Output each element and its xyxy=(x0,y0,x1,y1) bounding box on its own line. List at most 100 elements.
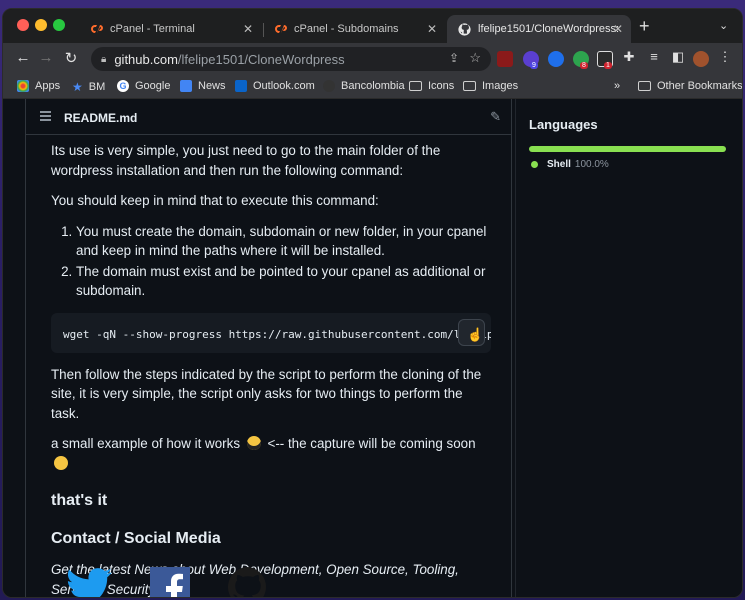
folder-icon xyxy=(463,81,476,91)
bookmark-news[interactable]: News xyxy=(180,80,226,92)
bookmark-label: Apps xyxy=(35,80,61,92)
folder-icon xyxy=(638,81,651,91)
tab-clonewordpress[interactable]: lfelipe1501/CloneWordpress: W ✕ xyxy=(447,15,631,43)
bookmark-icons[interactable]: Icons xyxy=(409,80,454,92)
tab-cpanel-terminal[interactable]: cPanel - Terminal ✕ xyxy=(79,15,261,43)
languages-title: Languages xyxy=(529,117,598,132)
language-percent: 100.0% xyxy=(574,159,609,170)
bookmark-label: Icons xyxy=(428,80,455,92)
bookmark-google[interactable]: G Google xyxy=(117,80,170,92)
address-bar[interactable]: 🔒︎ github.com/lfelipe1501/CloneWordpress… xyxy=(91,47,491,71)
back-button[interactable]: ← xyxy=(13,49,33,66)
extension-badge: 8 xyxy=(580,62,588,69)
cpanel-icon xyxy=(89,22,103,36)
bookmark-apps[interactable]: Apps xyxy=(17,80,60,92)
bookmark-label: News xyxy=(198,80,226,92)
new-tab-button[interactable]: + xyxy=(639,17,650,35)
bancolombia-icon xyxy=(323,80,335,92)
extension-icon[interactable] xyxy=(497,51,513,67)
copy-button[interactable]: ☝ xyxy=(458,318,485,346)
url-path: /lfelipe1501/CloneWordpress xyxy=(177,51,345,67)
news-icon xyxy=(180,80,192,92)
browser-window: cPanel - Terminal ✕ cPanel - Subdomains … xyxy=(2,8,743,598)
apps-grid-icon xyxy=(17,80,29,92)
bookmark-label: Outlook.com xyxy=(253,80,315,92)
outlook-icon xyxy=(235,80,247,92)
languages-bar xyxy=(529,146,726,152)
keep-in-mind-paragraph: You should keep in mind that to execute … xyxy=(51,193,379,208)
browser-menu-icon[interactable]: ⋮ xyxy=(715,49,735,65)
contact-heading: Contact / Social Media xyxy=(51,529,221,547)
list-item: The domain must exist and be pointed to … xyxy=(76,262,491,301)
readme-panel: README.md ✎ Its use is very simple, you … xyxy=(25,99,512,597)
example-text: <-- the capture will be coming soon xyxy=(267,436,476,451)
bookmark-other[interactable]: Other Bookmarks xyxy=(638,80,743,92)
tab-strip: cPanel - Terminal ✕ cPanel - Subdomains … xyxy=(3,9,742,43)
intro-paragraph: Its use is very simple, you just need to… xyxy=(51,143,441,178)
readme-header: README.md ✎ xyxy=(26,99,511,135)
bookmark-images[interactable]: Images xyxy=(463,80,518,92)
window-minimize-button[interactable] xyxy=(35,19,47,31)
star-icon: ★ xyxy=(72,80,83,94)
extensions-puzzle-icon[interactable]: ✚ xyxy=(619,49,639,65)
reload-button[interactable]: ↻ xyxy=(61,49,81,67)
social-links xyxy=(66,567,268,597)
language-color-dot xyxy=(531,161,538,168)
bookmark-label: Other Bookmarks xyxy=(657,80,743,92)
folder-icon xyxy=(409,81,422,91)
language-bar-segment-shell xyxy=(529,146,726,152)
google-icon: G xyxy=(117,80,129,92)
bookmarks-bar: Apps ★ BM G Google News Outlook.com Banc… xyxy=(3,75,742,99)
media-controls-icon[interactable]: ≡ xyxy=(644,49,664,64)
list-icon[interactable] xyxy=(40,111,51,123)
window-close-button[interactable] xyxy=(17,19,29,31)
pencil-icon[interactable]: ✎ xyxy=(490,109,501,125)
tab-cpanel-subdomains[interactable]: cPanel - Subdomains ✕ xyxy=(263,15,445,43)
extension-badge: 9 xyxy=(530,62,538,69)
steps-list: You must create the domain, subdomain or… xyxy=(51,222,491,301)
bookmarks-overflow-label: » xyxy=(614,80,621,92)
tab-search-chevron-icon[interactable]: ⌄ xyxy=(719,19,728,32)
sunglasses-emoji-icon xyxy=(246,436,261,450)
facebook-icon[interactable] xyxy=(150,567,190,597)
page-content: README.md ✎ Its use is very simple, you … xyxy=(3,99,742,597)
languages-sidebar: Languages Shell 100.0% xyxy=(515,99,742,597)
browser-toolbar: ← → ↻ 🔒︎ github.com/lfelipe1501/CloneWor… xyxy=(3,43,742,75)
cpanel-icon xyxy=(273,22,287,36)
twitter-icon[interactable] xyxy=(66,567,112,597)
bookmark-bancolombia[interactable]: Bancolombia xyxy=(323,80,405,92)
bookmark-bm[interactable]: ★ BM xyxy=(72,80,105,94)
extension-badge: 1 xyxy=(604,62,612,69)
language-name: Shell xyxy=(547,159,571,170)
example-text: a small example of how it works xyxy=(51,436,241,451)
list-item: You must create the domain, subdomain or… xyxy=(76,222,491,261)
github-icon[interactable] xyxy=(227,567,268,597)
tab-close-icon[interactable]: ✕ xyxy=(427,22,437,36)
share-icon[interactable]: ⇪ xyxy=(449,51,459,65)
extension-icon[interactable] xyxy=(548,51,564,67)
forward-button[interactable]: → xyxy=(36,49,56,66)
tab-title: lfelipe1501/CloneWordpress: W xyxy=(478,23,620,35)
tab-close-icon[interactable]: ✕ xyxy=(243,22,253,36)
bookmark-label: BM xyxy=(88,81,106,93)
code-text: wget -qN --show-progress https://raw.git… xyxy=(63,327,491,341)
readme-title[interactable]: README.md xyxy=(64,111,137,125)
bookmark-outlook[interactable]: Outlook.com xyxy=(235,80,315,92)
github-icon xyxy=(457,22,471,36)
window-maximize-button[interactable] xyxy=(53,19,65,31)
tab-close-icon[interactable]: ✕ xyxy=(613,22,623,36)
bookmarks-overflow-button[interactable]: » xyxy=(614,80,620,92)
tab-title: cPanel - Terminal xyxy=(110,23,195,35)
language-item-shell[interactable]: Shell 100.0% xyxy=(531,159,609,170)
bookmark-label: Images xyxy=(482,80,519,92)
follow-paragraph: Then follow the steps indicated by the s… xyxy=(51,366,482,421)
avatar[interactable] xyxy=(693,51,709,67)
readme-body: Its use is very simple, you just need to… xyxy=(51,141,491,597)
example-paragraph: a small example of how it works <-- the … xyxy=(51,434,491,473)
bookmark-label: Bancolombia xyxy=(341,80,405,92)
bookmark-star-icon[interactable]: ☆ xyxy=(469,50,481,66)
thats-it-heading: that's it xyxy=(51,492,108,509)
bookmark-label: Google xyxy=(135,80,171,92)
side-panel-icon[interactable]: ◧ xyxy=(668,49,688,65)
code-block: wget -qN --show-progress https://raw.git… xyxy=(51,312,491,353)
